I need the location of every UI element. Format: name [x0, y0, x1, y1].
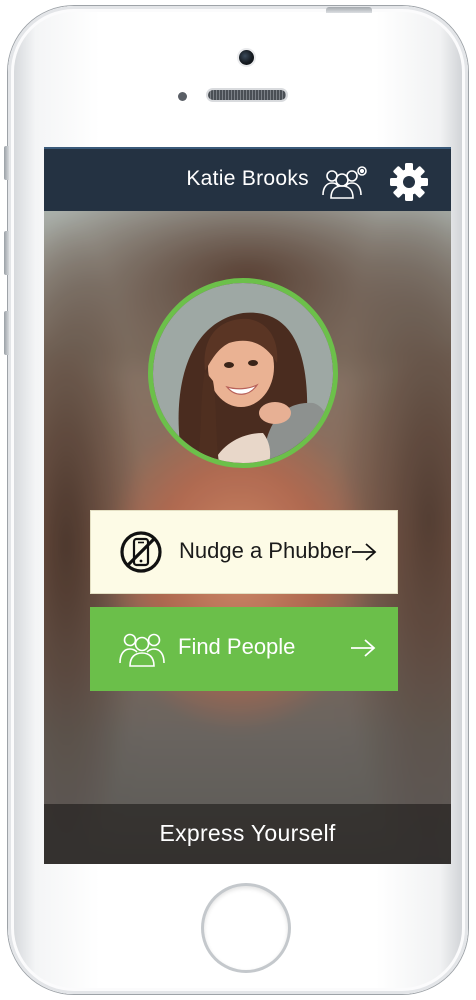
app-screen: Katie Brooks Nudge a Phubber Find People… [44, 147, 451, 864]
express-yourself-bar[interactable]: Express Yourself [44, 804, 451, 864]
phone-frame: Katie Brooks Nudge a Phubber Find People… [4, 6, 468, 994]
volume-down-button [4, 311, 9, 355]
express-yourself-label: Express Yourself [159, 820, 336, 846]
earpiece-speaker [208, 90, 286, 100]
people-icon [118, 629, 166, 667]
arrow-right-icon [350, 638, 376, 658]
gear-icon[interactable] [388, 161, 430, 203]
nudge-phubber-button[interactable]: Nudge a Phubber [90, 510, 398, 594]
user-name[interactable]: Katie Brooks [186, 167, 309, 191]
no-phone-icon [119, 530, 163, 574]
group-settings-icon[interactable] [320, 165, 368, 199]
volume-up-button [4, 231, 9, 275]
power-button [326, 7, 372, 13]
find-people-label: Find People [178, 634, 296, 659]
profile-photo[interactable] [148, 278, 338, 468]
nudge-phubber-label: Nudge a Phubber [179, 538, 352, 563]
mute-switch [4, 146, 9, 180]
home-button[interactable] [204, 886, 288, 970]
arrow-right-icon [351, 542, 377, 562]
find-people-button[interactable]: Find People [90, 607, 398, 691]
proximity-sensor [178, 92, 187, 101]
front-camera [239, 50, 254, 65]
top-bar: Katie Brooks [44, 147, 451, 211]
